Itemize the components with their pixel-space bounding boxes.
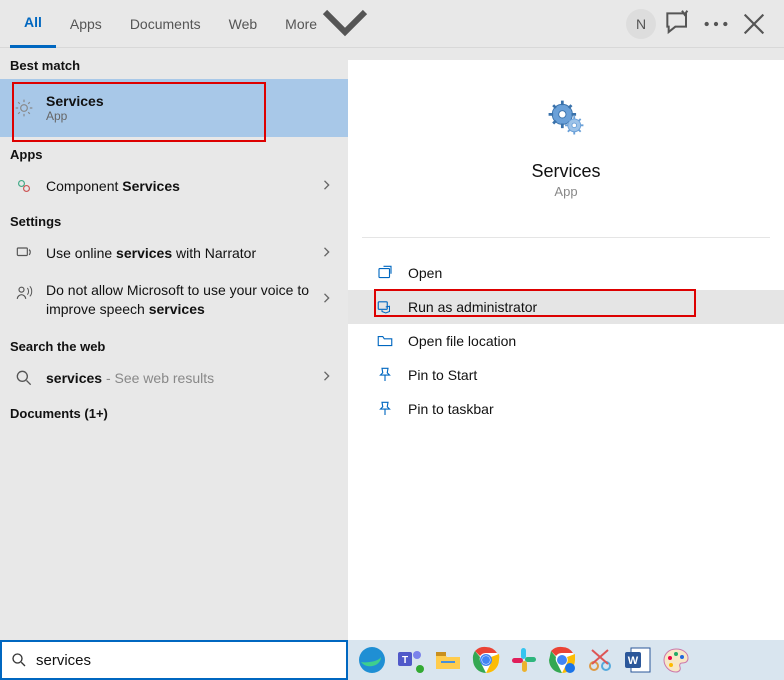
taskbar-teams-icon[interactable]: T [394, 644, 426, 676]
action-label: Run as administrator [408, 299, 537, 315]
svg-text:W: W [628, 655, 639, 667]
app-result-component-services[interactable]: Component Services [0, 168, 348, 204]
taskbar-snip-icon[interactable] [584, 644, 616, 676]
search-input[interactable] [36, 652, 338, 669]
chevron-right-icon [316, 291, 338, 308]
chevron-right-icon [316, 178, 338, 195]
filter-tabs: All Apps Documents Web More [0, 0, 626, 48]
taskbar-slack-icon[interactable] [508, 644, 540, 676]
action-label: Pin to taskbar [408, 401, 494, 417]
search-box[interactable] [0, 640, 348, 680]
action-open[interactable]: Open [348, 256, 784, 290]
taskbar-word-icon[interactable]: W [622, 644, 654, 676]
folder-icon [376, 332, 394, 350]
web-result-services[interactable]: services - See web results [0, 360, 348, 396]
bottom-bar: T W [0, 640, 784, 680]
top-bar: All Apps Documents Web More N [0, 0, 784, 48]
result-label: services - See web results [46, 370, 316, 386]
tab-more-label: More [285, 0, 317, 48]
preview-subtitle: App [358, 184, 774, 199]
pin-icon [376, 400, 394, 418]
chevron-down-icon [321, 0, 369, 48]
taskbar-paint-icon[interactable] [660, 644, 692, 676]
divider [362, 237, 770, 238]
chevron-right-icon [316, 369, 338, 386]
best-match-subtitle: App [46, 109, 338, 123]
action-label: Open file location [408, 333, 516, 349]
taskbar-chrome-beta-icon[interactable] [546, 644, 578, 676]
setting-result-narrator[interactable]: Use online services with Narrator [0, 235, 348, 271]
top-right-controls: N [626, 8, 784, 40]
section-best-match: Best match [0, 48, 348, 79]
action-label: Pin to Start [408, 367, 477, 383]
section-documents: Documents (1+) [0, 396, 348, 427]
search-icon [14, 368, 34, 388]
tab-documents[interactable]: Documents [116, 0, 215, 48]
preview-title: Services [358, 161, 774, 182]
action-run-as-admin[interactable]: Run as administrator [348, 290, 784, 324]
more-options-icon[interactable] [700, 8, 732, 40]
section-settings: Settings [0, 204, 348, 235]
taskbar-explorer-icon[interactable] [432, 644, 464, 676]
close-button[interactable] [738, 8, 770, 40]
feedback-icon[interactable] [662, 8, 694, 40]
results-panel: Best match Services App Apps Component S… [0, 48, 348, 640]
narrator-icon [14, 243, 34, 263]
section-apps: Apps [0, 137, 348, 168]
open-icon [376, 264, 394, 282]
taskbar-chrome-icon[interactable] [470, 644, 502, 676]
setting-result-speech[interactable]: Do not allow Microsoft to use your voice… [0, 271, 348, 329]
action-open-file-location[interactable]: Open file location [348, 324, 784, 358]
chevron-right-icon [316, 245, 338, 262]
gear-icon [14, 98, 34, 118]
action-pin-to-taskbar[interactable]: Pin to taskbar [348, 392, 784, 426]
admin-icon [376, 298, 394, 316]
svg-text:T: T [402, 655, 408, 666]
tab-apps[interactable]: Apps [56, 0, 116, 48]
result-label: Use online services with Narrator [46, 245, 316, 261]
action-pin-to-start[interactable]: Pin to Start [348, 358, 784, 392]
taskbar: T W [348, 640, 784, 680]
result-label: Do not allow Microsoft to use your voice… [46, 281, 316, 319]
speech-icon [14, 283, 34, 303]
search-icon [10, 651, 28, 669]
best-match-result[interactable]: Services App [0, 79, 348, 137]
preview-panel: Services App Open Run as administrator O… [348, 60, 784, 640]
gear-icon [544, 96, 588, 140]
section-web: Search the web [0, 329, 348, 360]
tab-more[interactable]: More [271, 0, 383, 48]
pin-icon [376, 366, 394, 384]
taskbar-edge-icon[interactable] [356, 644, 388, 676]
tab-all[interactable]: All [10, 0, 56, 48]
action-list: Open Run as administrator Open file loca… [348, 256, 784, 426]
component-icon [14, 176, 34, 196]
tab-web[interactable]: Web [215, 0, 272, 48]
user-avatar[interactable]: N [626, 9, 656, 39]
result-label: Component Services [46, 178, 316, 194]
best-match-title: Services [46, 93, 338, 109]
action-label: Open [408, 265, 442, 281]
